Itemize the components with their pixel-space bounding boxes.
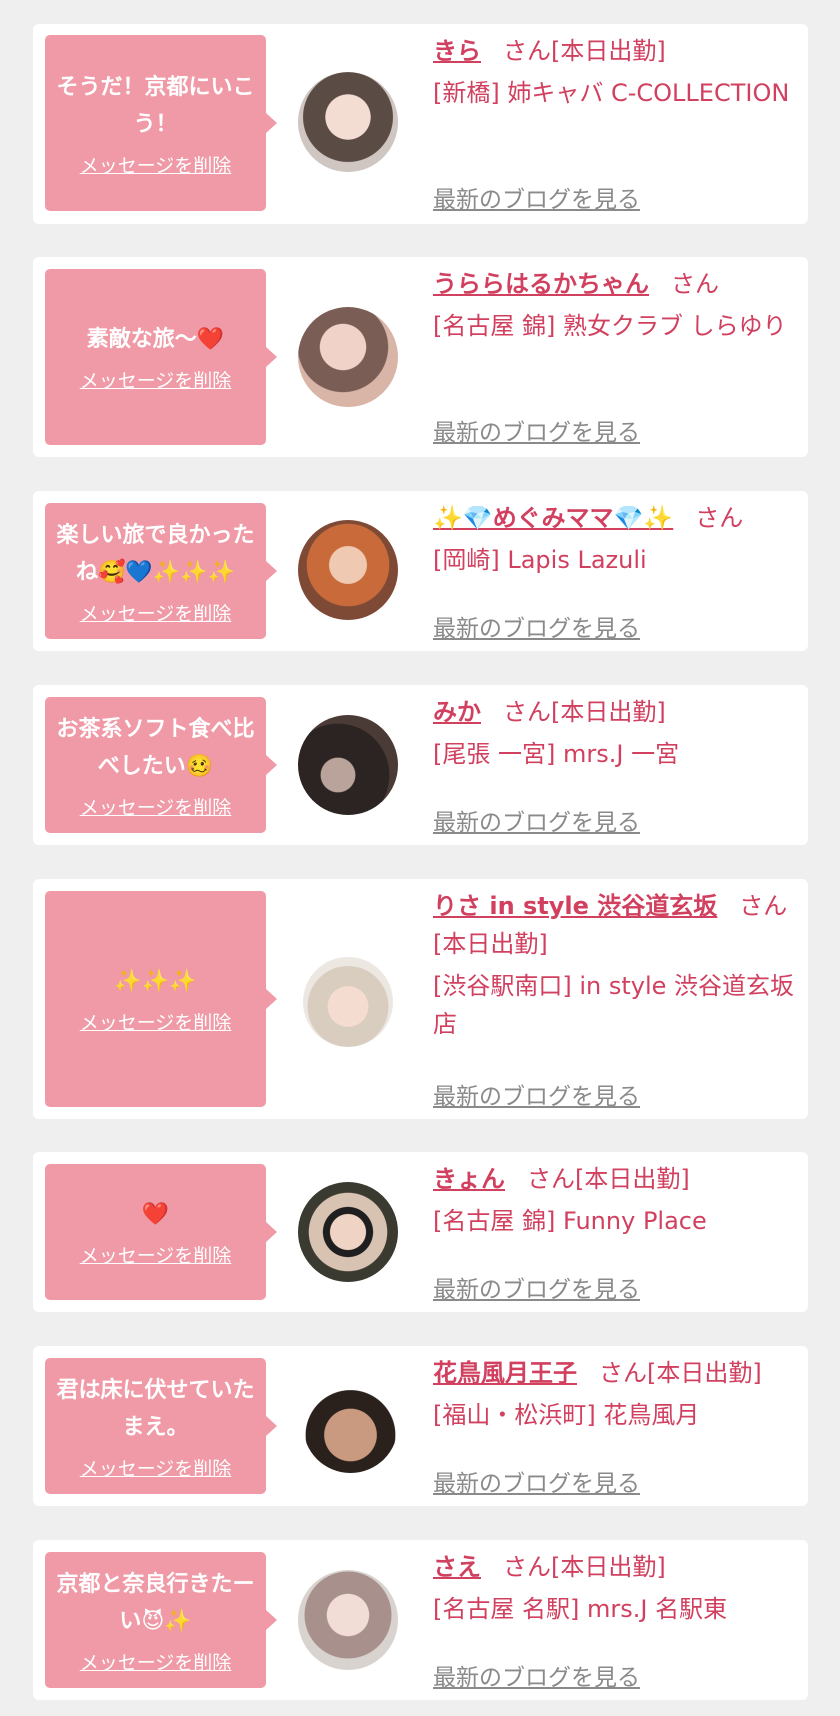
latest-blog-link[interactable]: 最新のブログを見る [433, 1270, 640, 1304]
cast-status: さん[本日出勤] [503, 1553, 666, 1581]
cast-name-link[interactable]: みか [433, 698, 481, 726]
shop-name: [岡崎] Lapis Lazuli [433, 546, 647, 574]
message-text: 楽しい旅で良かったね🥰💙✨✨✨ [56, 522, 255, 585]
list-item: 京都と奈良行きたーい😈✨ メッセージを削除 さえ さん[本日出勤] [名古屋 名駅… [33, 1540, 808, 1700]
cast-info: さえ さん[本日出勤] [名古屋 名駅] mrs.J 名駅東 最新のブログを見る [433, 1548, 818, 1692]
delete-message-link[interactable]: メッセージを削除 [80, 1454, 232, 1481]
message-text: 京都と奈良行きたーい😈✨ [56, 1571, 255, 1634]
message-bubble: ❤️ メッセージを削除 [45, 1164, 266, 1300]
shop-name: [渋谷駅南口] in style 渋谷道玄坂店 [433, 972, 795, 1038]
delete-message-link[interactable]: メッセージを削除 [80, 1008, 232, 1035]
cast-info: きら さん[本日出勤] [新橋] 姉キャバ C-COLLECTION 最新のブログ… [433, 32, 818, 214]
message-text: ✨✨✨ [114, 969, 197, 994]
shop-name: [名古屋 名駅] mrs.J 名駅東 [433, 1595, 728, 1623]
message-bubble: 素敵な旅〜❤️ メッセージを削除 [45, 269, 266, 445]
delete-message-link[interactable]: メッセージを削除 [80, 1648, 232, 1675]
message-bubble: ✨✨✨ メッセージを削除 [45, 891, 266, 1107]
list-item: 君は床に伏せていたまえ。 メッセージを削除 花鳥風月王子 さん[本日出勤] [福山… [33, 1346, 808, 1506]
cast-info: ✨💎めぐみママ💎✨ さん [岡崎] Lapis Lazuli 最新のブログを見る [433, 499, 818, 643]
shop-name: [尾張 一宮] mrs.J 一宮 [433, 740, 680, 768]
cast-name-link[interactable]: きら [433, 37, 481, 65]
message-text: お茶系ソフト食べ比べしたい🥴 [56, 716, 255, 779]
message-text: 君は床に伏せていたまえ。 [56, 1377, 255, 1440]
message-bubble: そうだ！京都にいこう！ メッセージを削除 [45, 35, 266, 211]
cast-status: さん [695, 504, 744, 532]
message-text: 素敵な旅〜❤️ [86, 327, 225, 352]
cast-status: さん[本日出勤] [527, 1165, 690, 1193]
delete-message-link[interactable]: メッセージを削除 [80, 1241, 232, 1268]
latest-blog-link[interactable]: 最新のブログを見る [433, 1464, 640, 1498]
list-item: 楽しい旅で良かったね🥰💙✨✨✨ メッセージを削除 ✨💎めぐみママ💎✨ さん [岡崎… [33, 491, 808, 651]
list-item: ✨✨✨ メッセージを削除 りさ in style 渋谷道玄坂 さん[本日出勤] [… [33, 879, 808, 1119]
cast-name-link[interactable]: うららはるかちゃん [433, 270, 649, 298]
delete-message-link[interactable]: メッセージを削除 [80, 366, 232, 393]
cast-info: 花鳥風月王子 さん[本日出勤] [福山・松浜町] 花鳥風月 最新のブログを見る [433, 1354, 818, 1498]
cast-name-link[interactable]: 花鳥風月王子 [433, 1359, 577, 1387]
avatar[interactable] [298, 307, 398, 407]
message-bubble: 京都と奈良行きたーい😈✨ メッセージを削除 [45, 1552, 266, 1688]
cast-name-link[interactable]: きょん [433, 1165, 505, 1193]
message-text: ❤️ [141, 1202, 170, 1227]
cast-name-link[interactable]: ✨💎めぐみママ💎✨ [433, 504, 673, 532]
cast-status: さん[本日出勤] [503, 37, 666, 65]
delete-message-link[interactable]: メッセージを削除 [80, 599, 232, 626]
cast-status: さん [671, 270, 719, 298]
latest-blog-link[interactable]: 最新のブログを見る [433, 1658, 640, 1692]
cast-info: きょん さん[本日出勤] [名古屋 錦] Funny Place 最新のブログを見… [433, 1160, 818, 1304]
latest-blog-link[interactable]: 最新のブログを見る [433, 413, 640, 447]
favorite-cast-list: そうだ！京都にいこう！ メッセージを削除 きら さん[本日出勤] [新橋] 姉キャ… [0, 0, 840, 1716]
avatar[interactable] [303, 957, 393, 1047]
cast-info: みか さん[本日出勤] [尾張 一宮] mrs.J 一宮 最新のブログを見る [433, 693, 818, 837]
message-bubble: お茶系ソフト食べ比べしたい🥴 メッセージを削除 [45, 697, 266, 833]
message-bubble: 君は床に伏せていたまえ。 メッセージを削除 [45, 1358, 266, 1494]
message-text: そうだ！京都にいこう！ [56, 74, 255, 137]
latest-blog-link[interactable]: 最新のブログを見る [433, 180, 640, 214]
cast-info: りさ in style 渋谷道玄坂 さん[本日出勤] [渋谷駅南口] in sty… [433, 887, 818, 1111]
message-bubble: 楽しい旅で良かったね🥰💙✨✨✨ メッセージを削除 [45, 503, 266, 639]
shop-name: [福山・松浜町] 花鳥風月 [433, 1401, 700, 1429]
cast-info: うららはるかちゃん さん [名古屋 錦] 熟女クラブ しらゆり 最新のブログを見る [433, 265, 818, 447]
shop-name: [名古屋 錦] 熟女クラブ しらゆり [433, 312, 787, 340]
cast-name-link[interactable]: りさ in style 渋谷道玄坂 [433, 892, 717, 920]
avatar[interactable] [303, 1378, 398, 1473]
avatar[interactable] [298, 1570, 398, 1670]
list-item: お茶系ソフト食べ比べしたい🥴 メッセージを削除 みか さん[本日出勤] [尾張 一… [33, 685, 808, 845]
latest-blog-link[interactable]: 最新のブログを見る [433, 609, 640, 643]
shop-name: [新橋] 姉キャバ C-COLLECTION [433, 79, 790, 107]
avatar[interactable] [298, 715, 398, 815]
list-item: そうだ！京都にいこう！ メッセージを削除 きら さん[本日出勤] [新橋] 姉キャ… [33, 24, 808, 224]
avatar[interactable] [298, 520, 398, 620]
latest-blog-link[interactable]: 最新のブログを見る [433, 1077, 640, 1111]
list-item: ❤️ メッセージを削除 きょん さん[本日出勤] [名古屋 錦] Funny Pl… [33, 1152, 808, 1312]
delete-message-link[interactable]: メッセージを削除 [80, 793, 232, 820]
shop-name: [名古屋 錦] Funny Place [433, 1207, 707, 1235]
cast-status: さん[本日出勤] [503, 698, 666, 726]
delete-message-link[interactable]: メッセージを削除 [80, 151, 232, 178]
avatar[interactable] [298, 72, 398, 172]
cast-name-link[interactable]: さえ [433, 1553, 481, 1581]
cast-status: さん[本日出勤] [599, 1359, 762, 1387]
list-item: 素敵な旅〜❤️ メッセージを削除 うららはるかちゃん さん [名古屋 錦] 熟女ク… [33, 257, 808, 457]
avatar[interactable] [298, 1182, 398, 1282]
latest-blog-link[interactable]: 最新のブログを見る [433, 803, 640, 837]
